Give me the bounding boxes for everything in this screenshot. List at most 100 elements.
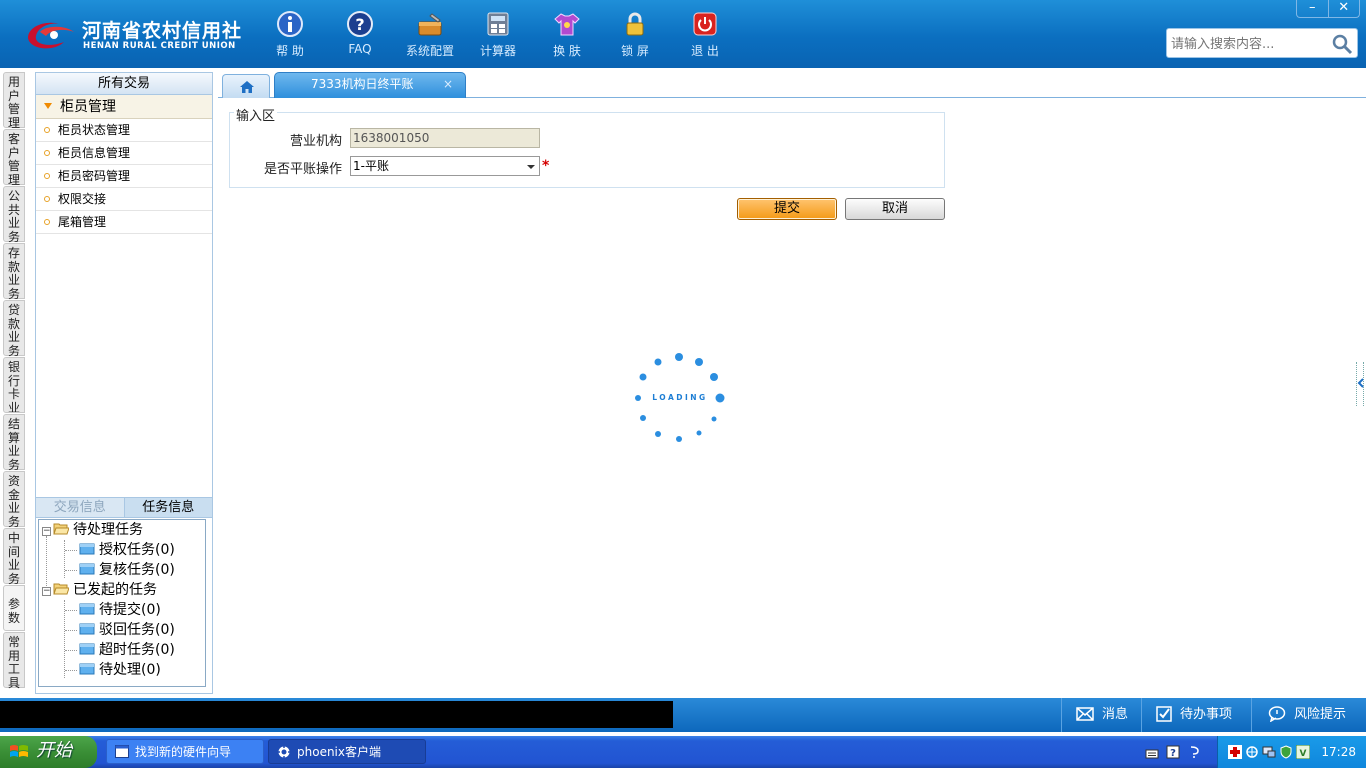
- vnav-tab-params[interactable]: 参数: [3, 585, 25, 631]
- menu-item-cashbox[interactable]: 尾箱管理: [36, 211, 212, 234]
- vnav-tab-fund[interactable]: 资金业务: [3, 471, 25, 528]
- folder-open-icon: [53, 523, 69, 535]
- tree-node-to-process[interactable]: 待处理(0): [79, 660, 161, 680]
- vertical-nav: 用户管理 客户管理 公共业务 存款业务 贷款业务 银行卡业务 结算业务 资金业务…: [0, 68, 30, 690]
- checkbox-icon: [1156, 706, 1172, 722]
- ime-icon[interactable]: [1188, 745, 1202, 759]
- risk-alert-button[interactable]: 风险提示: [1251, 698, 1366, 732]
- start-button[interactable]: 开始: [0, 736, 97, 768]
- task-tree: − 待处理任务 授权任务(0) 复核任务(0) − 已发起的任务 待提交(0) 驳回…: [38, 519, 206, 687]
- submit-button[interactable]: 提交: [737, 198, 837, 220]
- tree-node-label: 驳回任务(0): [99, 622, 175, 638]
- speech-bubble-icon: [1268, 706, 1286, 723]
- tree-node-label: 待提交(0): [99, 602, 161, 618]
- search-icon[interactable]: [1331, 33, 1353, 55]
- collapse-icon[interactable]: −: [42, 587, 51, 596]
- calculator-label: 计算器: [479, 44, 516, 58]
- exit-button[interactable]: 退 出: [673, 8, 737, 60]
- vnav-tab-public[interactable]: 公共业务: [3, 186, 25, 243]
- vnav-tab-customer[interactable]: 客户管理: [3, 129, 25, 186]
- collapse-handle[interactable]: [1356, 362, 1364, 406]
- system-config-label: 系统配置: [405, 44, 454, 58]
- close-button[interactable]: ✕: [1327, 0, 1360, 17]
- skin-button[interactable]: 换 肤: [535, 8, 599, 60]
- lock-screen-label: 锁 屏: [621, 44, 649, 58]
- toolbox-icon: [418, 13, 442, 36]
- vnav-tab-user[interactable]: 用户管理: [3, 72, 25, 129]
- app-gear-icon: [278, 746, 290, 758]
- vnav-tab-deposit[interactable]: 存款业务: [3, 243, 25, 300]
- network-icon[interactable]: [1245, 745, 1259, 759]
- question-icon: ?: [347, 11, 373, 37]
- info-tabs: 交易信息 任务信息: [36, 497, 212, 518]
- folder-icon: [79, 663, 95, 675]
- envelope-icon: [1076, 707, 1094, 721]
- input-area-legend: 输入区: [234, 105, 278, 124]
- menu-item-teller-info[interactable]: 柜员信息管理: [36, 142, 212, 165]
- cancel-button[interactable]: 取消: [845, 198, 945, 220]
- tree-node-timeout[interactable]: 超时任务(0): [79, 640, 175, 660]
- tree-node-to-submit[interactable]: 待提交(0): [79, 600, 161, 620]
- os-taskbar: 开始 找到新的硬件向导 phoenix客户端 ? V 17:28: [0, 736, 1366, 768]
- chevron-left-icon: [1357, 378, 1364, 388]
- collapse-icon[interactable]: −: [42, 527, 51, 536]
- required-mark: *: [542, 158, 550, 174]
- taskbar-item-hardware-wizard[interactable]: 找到新的硬件向导: [106, 739, 264, 764]
- balance-select[interactable]: 1-平账: [350, 156, 540, 176]
- taskbar-item-phoenix[interactable]: phoenix客户端: [268, 739, 426, 764]
- minimize-button[interactable]: –: [1297, 0, 1328, 17]
- tab-close-icon[interactable]: ×: [443, 73, 453, 95]
- red-cross-icon[interactable]: [1228, 745, 1242, 759]
- messages-button[interactable]: 消息: [1061, 698, 1141, 732]
- tab-task-info[interactable]: 任务信息: [124, 498, 212, 517]
- system-clock: 17:28: [1321, 745, 1356, 759]
- tree-node-auth-tasks[interactable]: 授权任务(0): [79, 540, 175, 560]
- tab-home[interactable]: [222, 74, 270, 98]
- org-field: 1638001050: [350, 128, 540, 148]
- status-message-area: [0, 701, 673, 728]
- tree-node-initiated[interactable]: − 已发起的任务: [42, 580, 157, 600]
- vnav-tab-intermediate[interactable]: 中间业务: [3, 528, 25, 585]
- antivirus-icon[interactable]: V: [1296, 745, 1310, 759]
- todo-button[interactable]: 待办事项: [1141, 698, 1251, 732]
- menu-group-teller[interactable]: 柜员管理: [36, 95, 212, 119]
- tree-node-review-tasks[interactable]: 复核任务(0): [79, 560, 175, 580]
- bullet-icon: [44, 150, 50, 156]
- vnav-tab-settlement[interactable]: 结算业务: [3, 414, 25, 471]
- system-config-button[interactable]: 系统配置: [398, 8, 462, 60]
- tree-line: [65, 630, 77, 631]
- lock-screen-button[interactable]: 锁 屏: [603, 8, 667, 60]
- folder-open-icon: [53, 583, 69, 595]
- app-header: 河南省农村信用社 HENAN RURAL CREDIT UNION 帮 助 ? …: [0, 0, 1366, 68]
- calculator-button[interactable]: 计算器: [466, 8, 530, 60]
- faq-button[interactable]: ? FAQ: [328, 8, 392, 60]
- start-label: 开始: [36, 740, 72, 761]
- risk-alert-label: 风险提示: [1294, 707, 1347, 722]
- menu-item-label: 尾箱管理: [58, 215, 107, 229]
- help-button[interactable]: 帮 助: [258, 8, 322, 60]
- shield-icon[interactable]: [1279, 745, 1293, 759]
- loading-spinner: LOADING: [628, 348, 732, 448]
- status-bar: 消息 待办事项 风险提示: [0, 698, 1366, 732]
- menu-item-teller-status[interactable]: 柜员状态管理: [36, 119, 212, 142]
- monitor-icon[interactable]: [1262, 745, 1276, 759]
- menu-item-teller-password[interactable]: 柜员密码管理: [36, 165, 212, 188]
- help-tray-icon[interactable]: ?: [1166, 745, 1180, 759]
- tree-node-rejected[interactable]: 驳回任务(0): [79, 620, 175, 640]
- messages-label: 消息: [1102, 707, 1129, 722]
- tab-trade-info[interactable]: 交易信息: [36, 498, 125, 517]
- taskbar-item-label: phoenix客户端: [297, 745, 381, 759]
- bullet-icon: [44, 219, 50, 225]
- tab-day-end-balance[interactable]: 7333机构日终平账 ×: [274, 72, 466, 98]
- tree-line: [65, 650, 77, 651]
- tree-node-pending[interactable]: − 待处理任务: [42, 520, 143, 540]
- vnav-tab-card[interactable]: 银行卡业务: [3, 357, 25, 413]
- vnav-tab-loan[interactable]: 贷款业务: [3, 300, 25, 357]
- menu-item-permission-handover[interactable]: 权限交接: [36, 188, 212, 211]
- vnav-tab-tools[interactable]: 常用工具: [3, 632, 25, 689]
- balance-select-value: 1-平账: [353, 159, 389, 173]
- search-input[interactable]: [1171, 34, 1331, 54]
- system-tray: V 17:28: [1217, 736, 1366, 768]
- keyboard-icon[interactable]: [1145, 747, 1159, 761]
- window-icon: [115, 745, 129, 758]
